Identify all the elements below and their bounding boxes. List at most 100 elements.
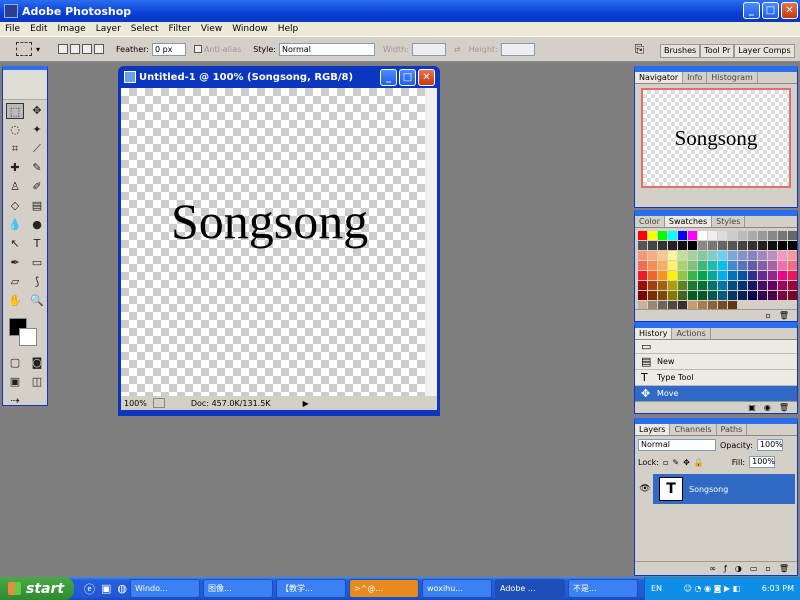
swatch[interactable] [678, 241, 687, 250]
swatch[interactable] [738, 241, 747, 250]
swatch[interactable] [688, 231, 697, 240]
task-item-2[interactable]: 图像... [203, 579, 274, 598]
swatch[interactable] [648, 251, 657, 260]
swatch[interactable] [748, 251, 757, 260]
gradient-tool-icon[interactable]: ▤ [28, 198, 46, 214]
swatch[interactable] [778, 251, 787, 260]
swatch[interactable] [648, 281, 657, 290]
crop-tool-icon[interactable]: ⌗ [6, 141, 24, 157]
tab-histogram[interactable]: Histogram [707, 72, 758, 83]
width-input[interactable] [411, 42, 446, 56]
mask-icon[interactable]: ◑ [735, 564, 742, 573]
tab-history[interactable]: History [635, 328, 673, 339]
slice-tool-icon[interactable]: ⟋ [28, 141, 46, 157]
swatch[interactable] [648, 271, 657, 280]
swatch[interactable] [708, 251, 717, 260]
swatch[interactable] [678, 251, 687, 260]
well-tool-presets[interactable]: Tool Pr [700, 44, 735, 58]
opacity-input[interactable]: 100% [756, 439, 783, 451]
swatch[interactable] [788, 231, 797, 240]
language-indicator[interactable]: EN [651, 584, 662, 593]
swatch[interactable] [738, 231, 747, 240]
swatch[interactable] [698, 261, 707, 270]
menu-layer[interactable]: Layer [91, 24, 126, 34]
swatch[interactable] [748, 281, 757, 290]
background-color-swatch[interactable] [19, 328, 37, 346]
path-selection-tool-icon[interactable]: ↖ [6, 236, 24, 252]
swatch[interactable] [758, 271, 767, 280]
swatch[interactable] [678, 261, 687, 270]
healing-brush-tool-icon[interactable]: ✚ [6, 160, 24, 176]
swatch[interactable] [698, 291, 707, 300]
lock-transparent-icon[interactable]: ▫ [663, 458, 668, 467]
tab-layers[interactable]: Layers [635, 424, 671, 435]
swatch[interactable] [738, 251, 747, 260]
lock-position-icon[interactable]: ✥ [683, 458, 690, 467]
swatch[interactable] [718, 231, 727, 240]
menu-select[interactable]: Select [126, 24, 164, 34]
swatch[interactable] [768, 231, 777, 240]
new-document-from-state-icon[interactable]: ▣ [748, 403, 756, 412]
swatch[interactable] [718, 281, 727, 290]
close-button[interactable]: ✕ [781, 2, 798, 19]
swatch[interactable] [728, 231, 737, 240]
swatch[interactable] [648, 231, 657, 240]
ie-icon[interactable]: ⓔ [84, 581, 95, 597]
swatch[interactable] [638, 251, 647, 260]
trash-icon[interactable]: 🗑 [779, 564, 789, 573]
swatch[interactable] [678, 231, 687, 240]
lock-all-icon[interactable]: 🔒 [694, 458, 704, 467]
folder-icon[interactable]: ▭ [750, 564, 758, 573]
history-item-new[interactable]: ▤ New [635, 354, 797, 370]
new-layer-icon[interactable]: ▫ [765, 564, 770, 573]
swatch[interactable] [698, 281, 707, 290]
menu-help[interactable]: Help [273, 24, 304, 34]
swatch[interactable] [778, 231, 787, 240]
new-selection-icon[interactable] [58, 44, 68, 54]
standard-mode-icon[interactable]: ▢ [6, 355, 24, 371]
vertical-scrollbar[interactable] [425, 88, 437, 396]
swatch[interactable] [768, 261, 777, 270]
swatch[interactable] [738, 261, 747, 270]
chevron-down-icon[interactable]: ▾ [32, 45, 44, 54]
magic-wand-tool-icon[interactable]: ✦ [28, 122, 46, 138]
full-screen-mode-icon[interactable]: ◫ [28, 374, 46, 390]
clock[interactable]: 6:03 PM [762, 584, 794, 593]
swatch[interactable] [788, 281, 797, 290]
doc-minimize-button[interactable]: _ [380, 69, 397, 86]
desktop-icon[interactable]: ▣ [101, 582, 111, 595]
swatch[interactable] [668, 231, 677, 240]
type-tool-icon[interactable]: T [28, 236, 46, 252]
menu-view[interactable]: View [196, 24, 227, 34]
swatch[interactable] [668, 271, 677, 280]
doc-maximize-button[interactable]: □ [399, 69, 416, 86]
trash-icon[interactable]: 🗑 [779, 311, 789, 320]
fill-input[interactable]: 100% [749, 456, 776, 468]
quick-mask-mode-icon[interactable]: ◙ [28, 355, 46, 371]
swatch[interactable] [748, 231, 757, 240]
swatch[interactable] [758, 281, 767, 290]
swatch[interactable] [708, 261, 717, 270]
tab-paths[interactable]: Paths [717, 424, 748, 435]
link-icon[interactable]: ∞ [709, 564, 716, 573]
brush-tool-icon[interactable]: ✎ [28, 160, 46, 176]
swatch[interactable] [638, 281, 647, 290]
tab-color[interactable]: Color [635, 216, 665, 227]
swatch[interactable] [778, 291, 787, 300]
swatch[interactable] [758, 261, 767, 270]
swap-icon[interactable]: ⇄ [454, 45, 461, 54]
swatch[interactable] [658, 241, 667, 250]
swatch[interactable] [788, 241, 797, 250]
swatch[interactable] [718, 241, 727, 250]
swatch[interactable] [728, 261, 737, 270]
menu-image[interactable]: Image [53, 24, 91, 34]
swatch[interactable] [748, 261, 757, 270]
layer-name[interactable]: Songsong [689, 485, 728, 494]
swatch[interactable] [748, 291, 757, 300]
blend-mode-select[interactable]: Normal [638, 439, 716, 451]
swatch[interactable] [758, 231, 767, 240]
swatch[interactable] [668, 291, 677, 300]
swatch[interactable] [788, 271, 797, 280]
canvas-text-layer[interactable]: Songsong [171, 192, 368, 250]
swatch[interactable] [728, 251, 737, 260]
